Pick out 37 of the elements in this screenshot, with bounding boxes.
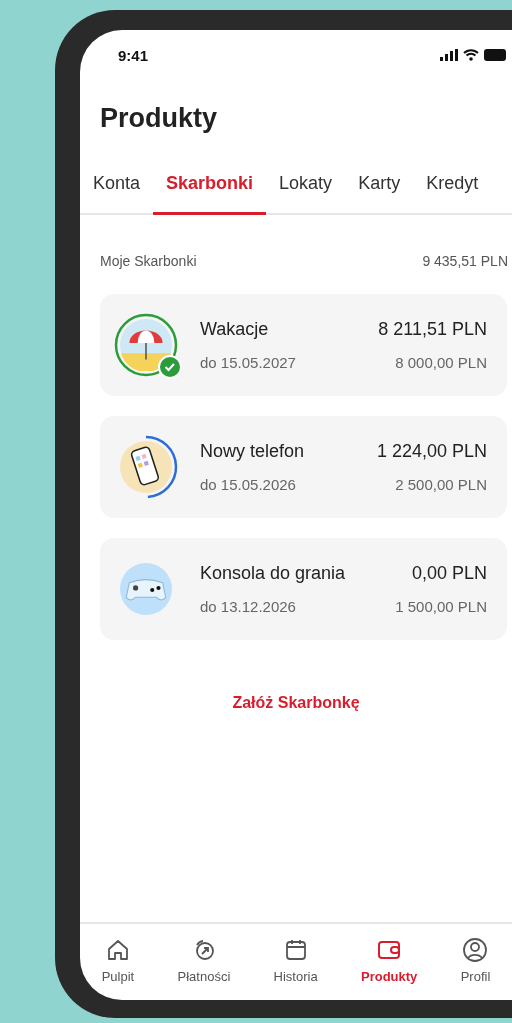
goal-date: do 15.05.2027 [200,354,297,371]
tab[interactable]: Skarbonki [153,165,267,215]
balance-amount: 1 224,00 PLN [376,441,487,462]
goal-name: Wakacje [200,319,270,340]
goal-date: do 13.12.2026 [200,598,297,615]
tab[interactable]: Karty [345,165,414,215]
balance-amount: 0,00 PLN [411,563,487,584]
tab[interactable]: Konta [80,165,154,215]
goal-date: do 15.05.2026 [200,476,297,493]
create-link[interactable]: Załóż Skarbonkę [228,690,364,716]
wifi-icon [463,49,479,61]
nav-item[interactable]: Płatności [177,937,231,984]
goal-amount: 1 500,00 PLN [395,598,487,615]
page-title: Produkty [100,103,219,134]
goal-name: Konsola do grania [200,563,347,584]
savings-goal-drawing [120,441,172,493]
savings-goal-drawing [120,319,172,371]
goal-amount: 2 500,00 PLN [395,476,487,493]
goal-amount: 8 000,00 PLN [395,354,487,371]
profile-icon [462,937,489,963]
status-time: 9:41 [118,46,149,64]
savings-goal-drawing [120,563,172,615]
goal-name: Nowy telefon [200,441,306,462]
savings-card[interactable]: Konsola do grania do 13.12.2026 0,00 PLN 1 500,00 PLN [100,538,507,640]
nav-item[interactable]: Profil [460,937,491,984]
nav-item[interactable]: Produkty [361,937,418,984]
section-label: Moje Skarbonki [100,253,197,269]
nav-item[interactable]: Historia [273,937,318,984]
tab[interactable]: Lokaty [266,165,346,215]
signal-icon [440,49,458,61]
nav-item[interactable]: Pulpit [101,937,135,984]
tab[interactable]: Kredyt [413,165,492,215]
total-amount: 9 435,51 PLN [422,253,508,269]
savings-card[interactable]: Wakacje do 15.05.2027 8 211,51 PLN 8 000,00 PLN [100,294,507,396]
balance-amount: 8 211,51 PLN [378,319,487,340]
savings-card[interactable]: Nowy telefon do 15.05.2026 1 224,00 PLN 2 500,00 PLN [100,416,507,518]
battery-icon [484,49,506,61]
